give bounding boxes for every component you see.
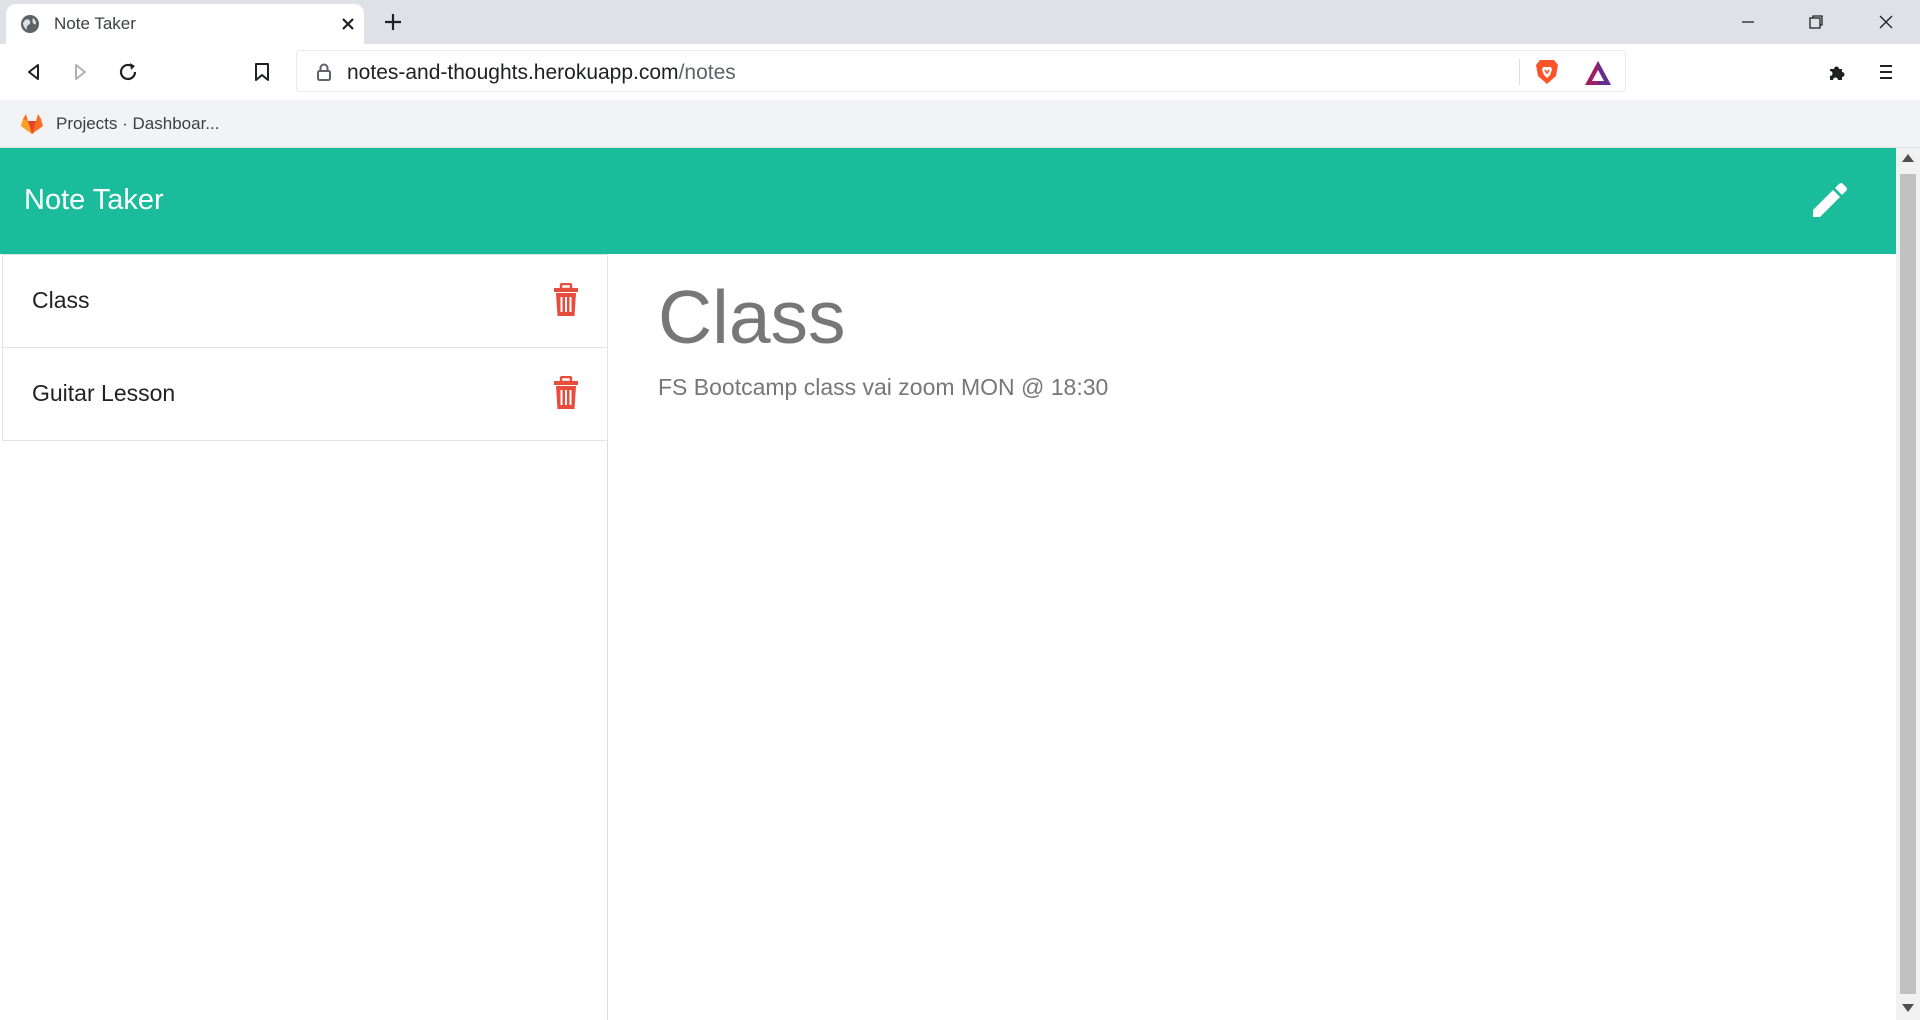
bookmark-icon[interactable] [246, 56, 278, 88]
minimize-icon[interactable] [1714, 0, 1782, 44]
scrollbar-thumb[interactable] [1900, 174, 1916, 994]
close-tab-icon[interactable] [336, 12, 360, 36]
restore-icon[interactable] [1782, 0, 1850, 44]
brave-shields-icon[interactable] [1533, 58, 1561, 86]
forward-icon[interactable] [64, 56, 96, 88]
page-scrollbar[interactable] [1896, 148, 1920, 1020]
tab-title: Note Taker [54, 14, 136, 33]
lock-icon[interactable] [315, 62, 333, 82]
app-brand[interactable]: Note Taker [24, 184, 164, 217]
extensions-icon[interactable] [1822, 56, 1854, 88]
gitlab-icon [21, 114, 43, 134]
trash-icon[interactable] [553, 283, 579, 317]
list-item[interactable]: Class [2, 254, 608, 348]
note-list-title: Class [32, 287, 90, 313]
scroll-up-arrow-icon[interactable] [1902, 154, 1914, 162]
omnibox-divider [1519, 59, 1520, 85]
note-list-title: Guitar Lesson [32, 380, 176, 406]
close-window-icon[interactable] [1852, 0, 1920, 44]
trash-icon[interactable] [553, 376, 579, 410]
pencil-icon [1813, 183, 1847, 217]
list-item[interactable]: Guitar Lesson [2, 347, 608, 441]
bookmark-projects-dashboard[interactable]: Projects · Dashboar... [20, 108, 219, 140]
url-text[interactable]: notes-and-thoughts.herokuapp.com/notes [347, 61, 736, 85]
url-path: /notes [678, 61, 736, 84]
app-navbar: Note Taker [0, 148, 1896, 254]
menu-icon[interactable] [1870, 56, 1902, 88]
new-tab-icon[interactable] [380, 9, 406, 35]
tab-strip: Note Taker [0, 0, 1920, 44]
globe-icon [21, 15, 39, 33]
address-bar[interactable]: notes-and-thoughts.herokuapp.com/notes [296, 50, 1626, 92]
note-list: Class Guitar Lesson [2, 254, 608, 1020]
back-icon[interactable] [18, 56, 50, 88]
note-taker-page: Note Taker Class Guitar Lesson Class FS … [0, 148, 1896, 1020]
browser-tab[interactable]: Note Taker [6, 4, 364, 44]
note-text[interactable]: FS Bootcamp class vai zoom MON @ 18:30 [658, 374, 1108, 401]
bookmark-label: Projects · Dashboar... [56, 114, 220, 133]
browser-toolbar: notes-and-thoughts.herokuapp.com/notes [0, 44, 1920, 100]
reload-icon[interactable] [112, 56, 144, 88]
url-host: notes-and-thoughts.herokuapp.com [347, 61, 679, 84]
bookmarks-bar: Projects · Dashboar... [0, 100, 1920, 148]
scroll-down-arrow-icon[interactable] [1902, 1004, 1914, 1012]
brave-rewards-icon[interactable] [1583, 59, 1613, 87]
new-note-button[interactable] [1806, 178, 1852, 224]
note-title[interactable]: Class [658, 274, 846, 360]
